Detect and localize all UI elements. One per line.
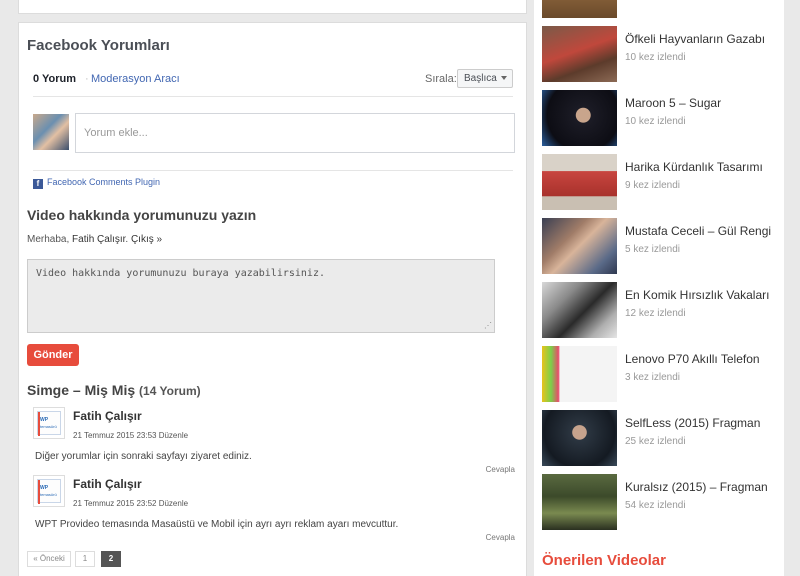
video-views: 12 kez izlendi xyxy=(625,308,686,319)
avatar-tm-text: temasürü xyxy=(40,424,57,429)
separator: · xyxy=(85,73,89,85)
logout-link[interactable]: Çıkış » xyxy=(131,234,162,245)
thread-comment-count: (14 Yorum) xyxy=(139,384,201,398)
comment-author: Fatih Çalışır xyxy=(73,477,142,491)
profile-link[interactable]: Fatih Çalışır xyxy=(72,234,125,245)
comment-textarea[interactable]: Video hakkında yorumunuzu buraya yazabil… xyxy=(27,259,495,333)
comment-edit-link[interactable]: Düzenle xyxy=(159,499,188,508)
sidebar-video-item[interactable]: Harika Kürdanlık Tasarımı 9 kez izlendi xyxy=(542,154,782,210)
video-thumbnail xyxy=(542,0,617,18)
greeting-prefix: Merhaba, xyxy=(27,234,73,245)
video-views: 54 kez izlendi xyxy=(625,500,686,511)
sidebar-video-item[interactable]: Mustafa Ceceli – Gül Rengi 5 kez izlendi xyxy=(542,218,782,274)
video-title: En Komik Hırsızlık Vakaları xyxy=(625,288,770,302)
thread-title: Simge – Miş Miş (14 Yorum) xyxy=(27,382,201,398)
greeting: Merhaba, Fatih Çalışır. Çıkış » xyxy=(27,234,162,245)
sidebar-video-item[interactable]: SelfLess (2015) Fragman 25 kez izlendi xyxy=(542,410,782,466)
video-views: 10 kez izlendi xyxy=(625,52,686,63)
facebook-plugin-label: Facebook Comments Plugin xyxy=(47,177,161,187)
sidebar-video-item[interactable]: En Komik Hırsızlık Vakaları 12 kez izlen… xyxy=(542,282,782,338)
comment-edit-link[interactable]: Düzenle xyxy=(159,431,188,440)
facebook-plugin-link[interactable]: f Facebook Comments Plugin xyxy=(33,177,160,189)
previous-card xyxy=(18,0,527,14)
comments-card: Facebook Yorumları 0 Yorum · Moderasyon … xyxy=(18,22,527,576)
sidebar-video-item[interactable]: Lenovo P70 Akıllı Telefon 3 kez izlendi xyxy=(542,346,782,402)
video-thumbnail xyxy=(542,218,617,274)
video-thumbnail xyxy=(542,474,617,530)
video-thumbnail xyxy=(542,282,617,338)
thread-video-title: Simge – Miş Miş xyxy=(27,382,136,398)
comment-count: 0 Yorum xyxy=(33,73,76,85)
divider xyxy=(33,170,513,171)
video-thumbnail xyxy=(542,90,617,146)
video-title: Harika Kürdanlık Tasarımı xyxy=(625,160,763,174)
video-thumbnail xyxy=(542,410,617,466)
video-title: Öfkeli Hayvanların Gazabı xyxy=(625,32,766,46)
facebook-icon: f xyxy=(33,179,43,189)
sidebar-video-item[interactable]: Kuralsız (2015) – Fragman 54 kez izlendi xyxy=(542,474,782,530)
avatar-wp-text: WP xyxy=(40,417,49,423)
facebook-comments-title: Facebook Yorumları xyxy=(27,37,170,54)
submit-button[interactable]: Gönder xyxy=(27,344,79,366)
video-thumbnail xyxy=(542,26,617,82)
video-views: 3 kez izlendi xyxy=(625,372,681,383)
video-title: Mustafa Ceceli – Gül Rengi xyxy=(625,224,772,238)
chevron-down-icon xyxy=(501,76,507,80)
sidebar-video-item[interactable]: Maroon 5 – Sugar 10 kez izlendi xyxy=(542,90,782,146)
video-views: 5 kez izlendi xyxy=(625,244,681,255)
video-views: 10 kez izlendi xyxy=(625,116,686,127)
avatar-tm-text: temasürü xyxy=(40,492,57,497)
video-title: SelfLess (2015) Fragman xyxy=(625,416,761,430)
sort-label: Sırala: xyxy=(425,73,457,85)
sidebar-video-partial[interactable] xyxy=(542,0,782,18)
comment-permalink[interactable]: 21 Temmuz 2015 23:52 xyxy=(73,499,156,508)
avatar-wp-text: WP xyxy=(40,485,49,491)
facebook-comment-input[interactable]: Yorum ekle... xyxy=(75,113,515,153)
comment-author: Fatih Çalışır xyxy=(73,409,142,423)
video-title: Maroon 5 – Sugar xyxy=(625,96,722,110)
recommended-videos-heading: Önerilen Videolar xyxy=(542,552,666,569)
reply-link[interactable]: Cevapla xyxy=(486,465,515,474)
comment-date: 21 Temmuz 2015 23:52 Düzenle xyxy=(73,499,188,508)
comment-permalink[interactable]: 21 Temmuz 2015 23:53 xyxy=(73,431,156,440)
comment-text: Diğer yorumlar için sonraki sayfayı ziya… xyxy=(35,451,252,462)
video-views: 25 kez izlendi xyxy=(625,436,686,447)
video-views: 9 kez izlendi xyxy=(625,180,681,191)
textarea-placeholder: Video hakkında yorumunuzu buraya yazabil… xyxy=(36,268,325,279)
sort-dropdown[interactable]: Başlıca xyxy=(457,69,513,88)
video-title: Lenovo P70 Akıllı Telefon xyxy=(625,352,760,366)
reply-form-title: Video hakkında yorumunuzu yazın xyxy=(27,207,257,223)
comment-text: WPT Provideo temasında Masaüstü ve Mobil… xyxy=(35,519,399,530)
facebook-comments-bar: 0 Yorum · Moderasyon Aracı Sırala: Başlı… xyxy=(33,69,513,97)
moderation-tool-link[interactable]: Moderasyon Aracı xyxy=(91,73,180,85)
page-1-button[interactable]: 1 xyxy=(75,551,95,567)
comment-avatar: WP temasürü xyxy=(33,407,65,439)
reply-link[interactable]: Cevapla xyxy=(486,533,515,542)
comment-date: 21 Temmuz 2015 23:53 Düzenle xyxy=(73,431,188,440)
resize-handle-icon[interactable]: ⋰ xyxy=(484,321,492,330)
comment-avatar: WP temasürü xyxy=(33,475,65,507)
sidebar-video-item[interactable]: Öfkeli Hayvanların Gazabı 10 kez izlendi xyxy=(542,26,782,82)
video-thumbnail xyxy=(542,154,617,210)
video-title: Kuralsız (2015) – Fragman xyxy=(625,480,768,494)
page-2-button[interactable]: 2 xyxy=(101,551,121,567)
video-thumbnail xyxy=(542,346,617,402)
prev-page-button[interactable]: « Önceki xyxy=(27,551,71,567)
sidebar: Öfkeli Hayvanların Gazabı 10 kez izlendi… xyxy=(534,0,784,576)
user-avatar xyxy=(33,114,69,150)
sort-value: Başlıca xyxy=(464,73,497,84)
